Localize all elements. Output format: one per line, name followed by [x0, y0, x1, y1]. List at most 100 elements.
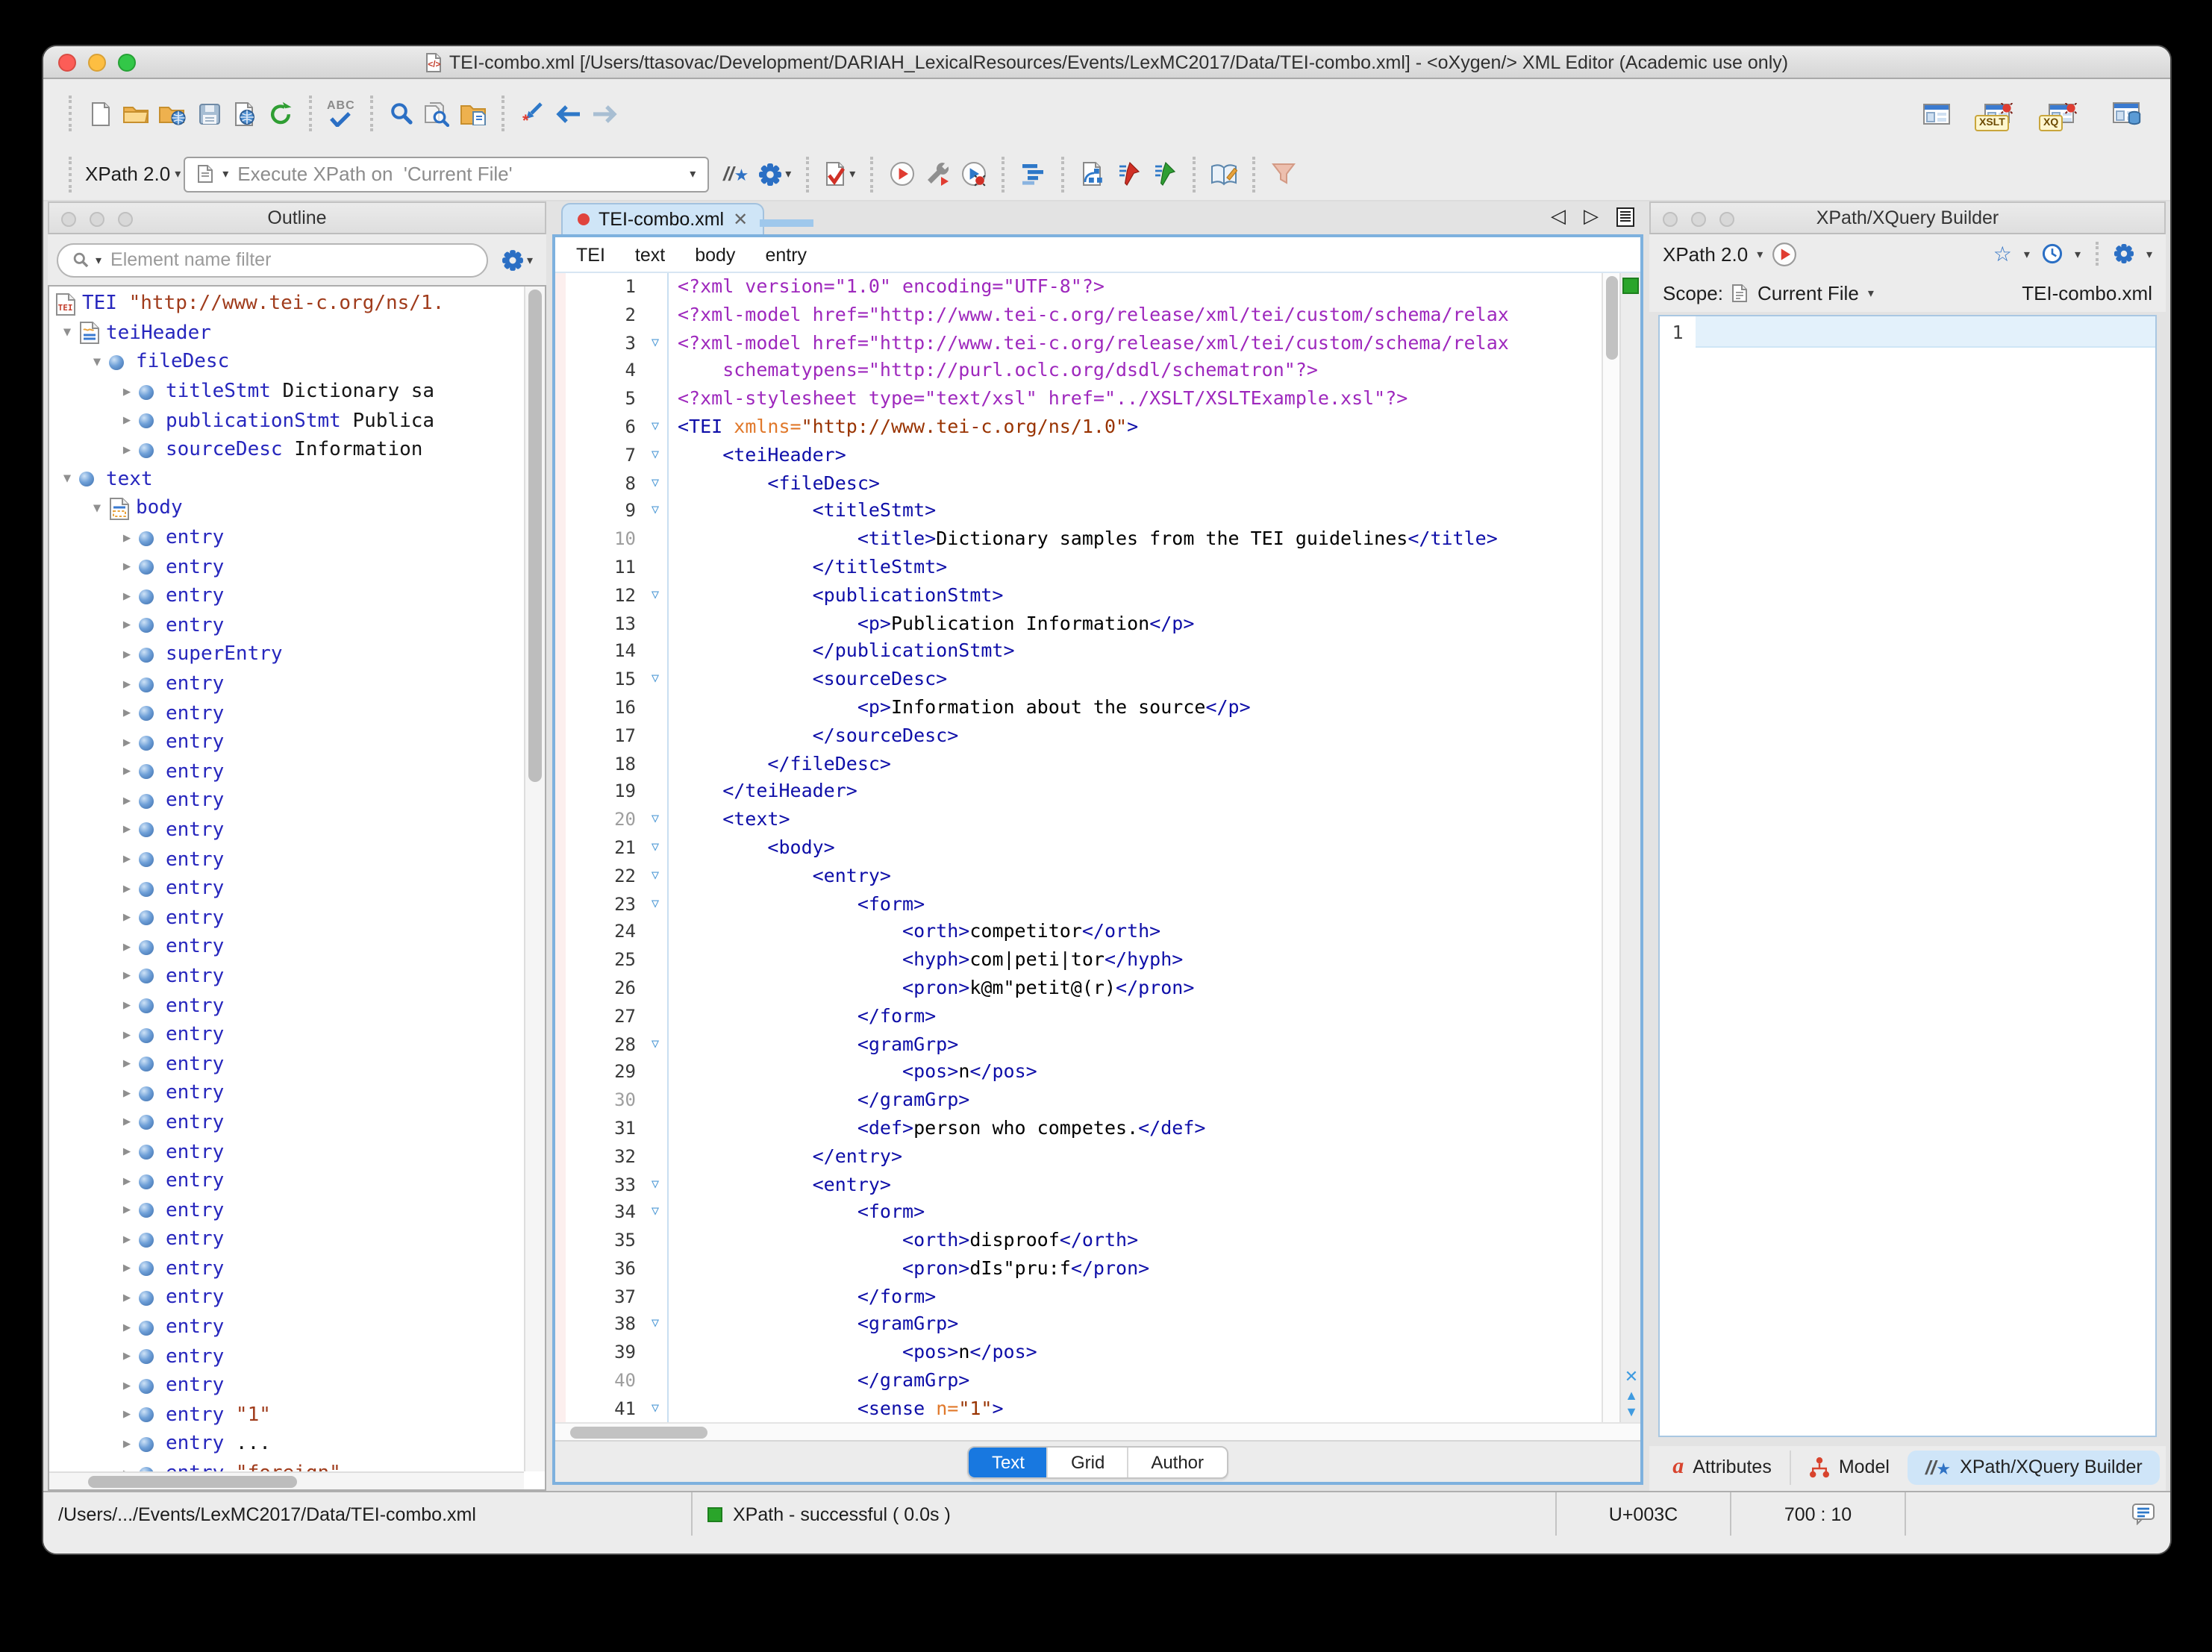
expanded-arrow-icon[interactable]: ▼: [85, 501, 109, 516]
outline-item-body[interactable]: ▼body: [49, 494, 524, 523]
fold-marker-icon[interactable]: ▽: [643, 442, 667, 470]
outline-item-entry[interactable]: ▶entry: [49, 757, 524, 786]
collapsed-arrow-icon[interactable]: ▶: [115, 619, 139, 633]
panel-tab-attributes[interactable]: aAttributes: [1655, 1450, 1790, 1484]
collapsed-arrow-icon[interactable]: ▶: [115, 1116, 139, 1130]
collapsed-arrow-icon[interactable]: ▶: [115, 911, 139, 926]
find-replace-in-files-button[interactable]: [455, 91, 491, 136]
collapsed-arrow-icon[interactable]: ▶: [115, 443, 139, 458]
pin-green-button[interactable]: [1146, 151, 1182, 196]
outline-item-entry[interactable]: ▶entry: [49, 904, 524, 933]
collapsed-arrow-icon[interactable]: ▶: [115, 1174, 139, 1189]
editor-layout-button[interactable]: [1918, 91, 1955, 136]
outline-item-fileDesc[interactable]: ▼fileDesc: [49, 348, 524, 377]
favorites-star-icon[interactable]: ☆: [1993, 241, 2012, 266]
xpath-builder-button[interactable]: //★: [718, 151, 754, 196]
outline-item-entry[interactable]: ▶entry ...: [49, 1430, 524, 1459]
collapsed-arrow-icon[interactable]: ▶: [115, 384, 139, 399]
fold-marker-icon[interactable]: ▽: [643, 1199, 667, 1227]
notifications-bubble-icon[interactable]: [2131, 1503, 2155, 1525]
panel-tab-model[interactable]: Model: [1790, 1450, 1908, 1484]
xpath-version-selector[interactable]: XPath 2.0: [85, 163, 170, 185]
funnel-button[interactable]: [1266, 151, 1302, 196]
outline-item-entry[interactable]: ▶entry "foreign": [49, 1459, 524, 1472]
outline-item-entry[interactable]: ▶entry: [49, 669, 524, 698]
xpath-expression-editor[interactable]: 1: [1658, 315, 2157, 1437]
fold-marker-icon[interactable]: ▽: [643, 329, 667, 357]
find-button[interactable]: [384, 91, 419, 136]
editor-horizontal-scrollbar[interactable]: [555, 1422, 1640, 1440]
editor-hscroll-thumb[interactable]: [570, 1427, 707, 1439]
collapsed-arrow-icon[interactable]: ▶: [115, 940, 139, 955]
outline-item-entry[interactable]: ▶entry: [49, 728, 524, 757]
save-remote-button[interactable]: [227, 91, 263, 136]
format-indent-button[interactable]: [1015, 151, 1051, 196]
fold-marker-icon[interactable]: ▽: [643, 890, 667, 919]
outline-item-entry[interactable]: ▶entry: [49, 786, 524, 816]
previous-result-icon[interactable]: ▲: [1625, 1388, 1638, 1403]
collapsed-arrow-icon[interactable]: ▶: [115, 589, 139, 604]
fold-marker-icon[interactable]: ▽: [643, 413, 667, 442]
collapsed-arrow-icon[interactable]: ▶: [115, 1291, 139, 1306]
collapsed-arrow-icon[interactable]: ▶: [115, 1349, 139, 1364]
collapsed-arrow-icon[interactable]: ▶: [115, 560, 139, 575]
expanded-arrow-icon[interactable]: ▼: [55, 472, 79, 487]
outline-item-TEI[interactable]: TEITEI "http://www.tei-c.org/ns/1.: [49, 290, 524, 319]
xslt-debugger-button[interactable]: XSLT: [1979, 91, 2019, 136]
outline-settings-button[interactable]: ▾: [497, 237, 537, 282]
collapsed-arrow-icon[interactable]: ▶: [115, 735, 139, 750]
expanded-arrow-icon[interactable]: ▼: [55, 326, 79, 341]
fold-marker-icon[interactable]: ▽: [643, 1311, 667, 1339]
open-url-button[interactable]: [154, 91, 191, 136]
open-folder-button[interactable]: [118, 91, 154, 136]
fold-marker-icon[interactable]: ▽: [643, 498, 667, 526]
run-scenario-button[interactable]: [884, 151, 919, 196]
collapsed-arrow-icon[interactable]: ▶: [115, 1086, 139, 1101]
xpath-editor-active-line[interactable]: [1696, 316, 2155, 348]
spell-check-button[interactable]: ABC: [322, 91, 360, 136]
expanded-arrow-icon[interactable]: ▼: [85, 355, 109, 370]
outline-item-entry[interactable]: ▶entry: [49, 816, 524, 845]
outline-item-entry[interactable]: ▶entry: [49, 1283, 524, 1312]
outline-item-entry[interactable]: ▶entry: [49, 933, 524, 962]
new-document-button[interactable]: [82, 91, 118, 136]
forward-button[interactable]: [587, 91, 622, 136]
collapsed-arrow-icon[interactable]: ▶: [115, 1203, 139, 1218]
collapsed-arrow-icon[interactable]: ▶: [115, 852, 139, 867]
breadcrumb-item-body[interactable]: body: [695, 245, 735, 266]
collapsed-arrow-icon[interactable]: ▶: [115, 1379, 139, 1394]
editor-list-icon[interactable]: [1616, 207, 1634, 226]
collapsed-arrow-icon[interactable]: ▶: [115, 1233, 139, 1248]
element-filter-field[interactable]: ▾: [57, 243, 488, 277]
collapsed-arrow-icon[interactable]: ▶: [115, 1466, 139, 1471]
outline-item-entry[interactable]: ▶entry: [49, 1196, 524, 1225]
next-editor-icon[interactable]: ▷: [1584, 204, 1599, 228]
gear-icon[interactable]: [2113, 243, 2134, 264]
outline-item-entry[interactable]: ▶entry: [49, 1371, 524, 1401]
pin-red-button[interactable]: [1110, 151, 1146, 196]
collapsed-arrow-icon[interactable]: ▶: [115, 413, 139, 428]
collapsed-arrow-icon[interactable]: ▶: [115, 1027, 139, 1042]
outline-item-entry[interactable]: ▶entry: [49, 1225, 524, 1254]
collapsed-arrow-icon[interactable]: ▶: [115, 794, 139, 809]
breadcrumb-item-entry[interactable]: entry: [765, 245, 807, 266]
clear-highlights-icon[interactable]: ✕: [1625, 1367, 1638, 1386]
zoom-window-button[interactable]: [118, 54, 136, 72]
outline-item-entry[interactable]: ▶entry: [49, 962, 524, 991]
outline-item-entry[interactable]: ▶entry: [49, 553, 524, 582]
back-button[interactable]: [551, 91, 587, 136]
execute-xpath-icon[interactable]: [1772, 241, 1797, 266]
mode-tab-grid[interactable]: Grid: [1049, 1447, 1128, 1477]
fold-marker-icon[interactable]: ▽: [643, 582, 667, 610]
collapsed-arrow-icon[interactable]: ▶: [115, 1408, 139, 1423]
outline-item-sourceDesc[interactable]: ▶sourceDesc Information: [49, 436, 524, 465]
documentation-book-button[interactable]: [1206, 151, 1242, 196]
execute-xpath-combo[interactable]: ▾Execute XPath on 'Current File'▾: [184, 156, 709, 192]
outline-item-entry[interactable]: ▶entry: [49, 1167, 524, 1196]
collapsed-arrow-icon[interactable]: ▶: [115, 1320, 139, 1335]
collapsed-arrow-icon[interactable]: ▶: [115, 648, 139, 663]
collapsed-arrow-icon[interactable]: ▶: [115, 998, 139, 1013]
previous-editor-icon[interactable]: ◁: [1551, 204, 1566, 228]
history-clock-icon[interactable]: [2042, 243, 2063, 264]
fold-marker-icon[interactable]: ▽: [643, 666, 667, 694]
